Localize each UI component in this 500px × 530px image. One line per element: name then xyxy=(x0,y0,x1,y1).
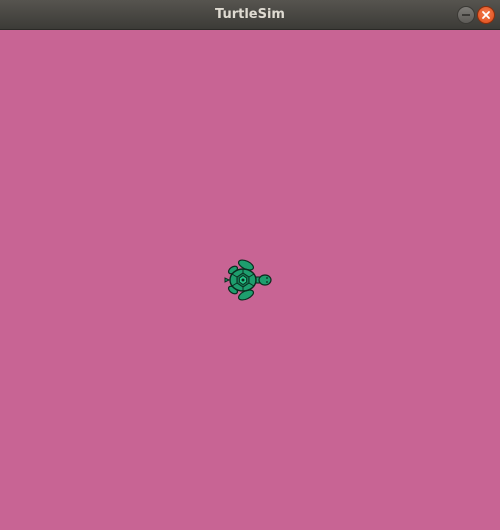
window-title: TurtleSim xyxy=(215,7,285,22)
turtle-canvas xyxy=(0,30,500,530)
window-titlebar[interactable]: TurtleSim xyxy=(0,0,500,30)
turtle-icon xyxy=(224,259,272,301)
close-icon xyxy=(482,11,490,19)
minimize-button[interactable] xyxy=(457,6,475,24)
close-button[interactable] xyxy=(477,6,495,24)
turtlesim-window: TurtleSim xyxy=(0,0,500,530)
minimize-icon xyxy=(462,14,470,16)
